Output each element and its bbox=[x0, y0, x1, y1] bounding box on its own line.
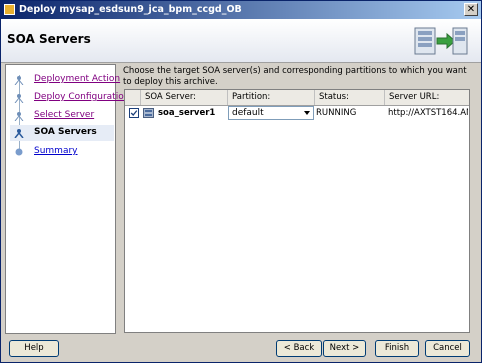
checkmark-icon bbox=[130, 110, 138, 116]
soa-servers-table: SOA Server: Partition: Status: Server UR… bbox=[124, 89, 470, 333]
column-header[interactable]: SOA Server: bbox=[141, 90, 228, 105]
close-icon[interactable]: ✕ bbox=[464, 3, 478, 16]
title-bar[interactable]: Deploy mysap_esdsun9_jca_bpm_ccgd_OB ✕ bbox=[1, 1, 481, 19]
column-header[interactable]: Partition: bbox=[228, 90, 315, 105]
step-label: Select Server bbox=[34, 110, 95, 120]
step-deployment-action[interactable]: Deployment Action bbox=[10, 72, 120, 88]
deploy-dialog: Deploy mysap_esdsun9_jca_bpm_ccgd_OB ✕ S… bbox=[0, 0, 482, 363]
step-summary[interactable]: Summary bbox=[10, 144, 114, 160]
window-title: Deploy mysap_esdsun9_jca_bpm_ccgd_OB bbox=[19, 4, 242, 15]
table-row[interactable]: soa_server1 default RUNNING http://AXTST… bbox=[125, 105, 469, 121]
wizard-steps: Deployment Action Deploy Configuration S… bbox=[5, 64, 129, 334]
step-done-icon bbox=[14, 94, 24, 103]
help-button[interactable]: Help bbox=[9, 340, 59, 357]
step-deploy-configuration[interactable]: Deploy Configuration bbox=[10, 90, 129, 106]
deploy-servers-icon bbox=[414, 27, 468, 55]
app-icon bbox=[4, 4, 15, 15]
column-header[interactable]: Status: bbox=[315, 90, 385, 105]
step-done-icon bbox=[14, 76, 24, 85]
cancel-button[interactable]: Cancel bbox=[425, 340, 470, 357]
step-select-server[interactable]: Select Server bbox=[10, 108, 114, 124]
step-pending-icon bbox=[15, 148, 23, 156]
partition-value: default bbox=[232, 108, 264, 118]
table-header: SOA Server: Partition: Status: Server UR… bbox=[125, 90, 469, 106]
button-bar: Help < Back Next > Finish Cancel bbox=[1, 334, 481, 362]
select-column-header bbox=[125, 90, 141, 105]
column-header[interactable]: Server URL: bbox=[385, 90, 469, 105]
content-panel: Choose the target SOA server(s) and corr… bbox=[120, 64, 476, 334]
step-label: SOA Servers bbox=[34, 127, 97, 137]
page-header: SOA Servers bbox=[1, 19, 481, 63]
page-title: SOA Servers bbox=[7, 32, 91, 46]
server-checkbox[interactable] bbox=[129, 108, 139, 118]
finish-button[interactable]: Finish bbox=[375, 340, 419, 357]
chevron-down-icon[interactable] bbox=[304, 111, 310, 115]
next-button[interactable]: Next > bbox=[323, 340, 366, 357]
back-button[interactable]: < Back bbox=[276, 340, 322, 357]
step-label: Deployment Action bbox=[34, 74, 121, 84]
step-label: Deploy Configuration bbox=[34, 92, 130, 102]
step-soa-servers[interactable]: SOA Servers bbox=[10, 125, 114, 141]
server-icon bbox=[143, 108, 154, 118]
instructions-text: Choose the target SOA server(s) and corr… bbox=[123, 66, 467, 87]
step-label: Summary bbox=[34, 146, 78, 156]
server-name: soa_server1 bbox=[158, 108, 216, 118]
step-done-icon bbox=[14, 112, 24, 121]
server-url: http://AXTST164.AM... bbox=[388, 108, 468, 118]
step-current-icon bbox=[14, 129, 24, 138]
server-status: RUNNING bbox=[316, 108, 357, 118]
partition-select[interactable]: default bbox=[228, 106, 314, 120]
